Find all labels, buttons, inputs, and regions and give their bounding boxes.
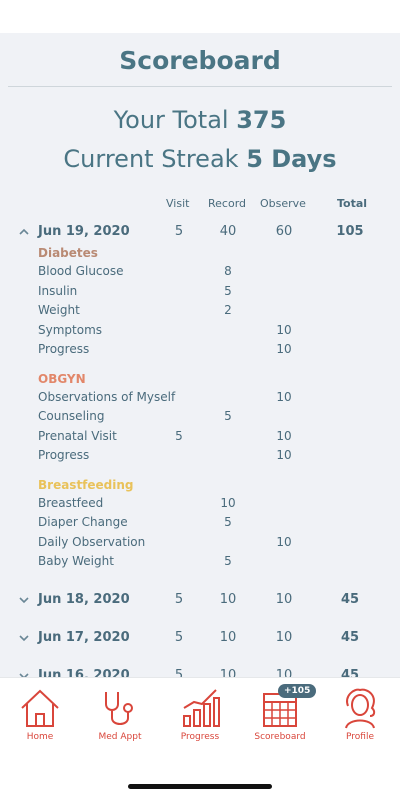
page-title: Scoreboard <box>119 46 281 75</box>
tab-profile[interactable]: Profile <box>320 686 400 756</box>
tab-label: Scoreboard <box>254 732 306 742</box>
score-item-label: Baby Weight <box>38 554 114 568</box>
tab-label: Profile <box>346 732 374 742</box>
score-item-observe: 10 <box>276 389 292 404</box>
score-item-record: 5 <box>224 515 232 529</box>
tab-label: Med Appt <box>98 732 142 742</box>
score-item-row: Weight 2 <box>0 303 400 321</box>
score-item-label: Observations of Myself <box>38 389 176 404</box>
score-item-label: Diaper Change <box>38 515 128 529</box>
streak-summary: Current Streak 5 Days <box>0 145 400 173</box>
day-total: 45 <box>340 592 360 607</box>
score-item-row: Blood Glucose 8 <box>0 264 400 282</box>
day-record: 10 <box>219 592 237 607</box>
score-item-row: Counseling 5 <box>0 409 400 427</box>
score-item-row: Prenatal Visit 5 10 <box>0 429 400 447</box>
column-header-observe: Observe <box>260 197 306 210</box>
home-icon <box>21 689 59 727</box>
day-date: Jun 18, 2020 <box>38 592 130 607</box>
score-item-record: 2 <box>224 303 232 317</box>
total-value: 375 <box>236 106 287 134</box>
score-item-label: Counseling <box>38 409 105 423</box>
streak-value: 5 Days <box>246 145 337 173</box>
score-item-row: Symptoms 10 <box>0 323 400 341</box>
score-item-row: Daily Observation 10 <box>0 535 400 553</box>
profile-icon <box>345 688 376 729</box>
score-item-label: Insulin <box>38 283 78 298</box>
title-divider <box>8 86 392 87</box>
score-badge: +105 <box>278 684 317 698</box>
score-item-observe: 10 <box>276 428 292 443</box>
home-indicator <box>128 784 272 789</box>
day-observe: 60 <box>275 224 293 239</box>
day-total: 45 <box>340 630 360 645</box>
score-item-record: 5 <box>224 409 232 423</box>
score-item-record: 8 <box>224 264 232 278</box>
category-heading: Breastfeeding <box>38 477 134 492</box>
score-item-label: Breastfeed <box>38 495 104 510</box>
score-item-row: Observations of Myself 10 <box>0 390 400 408</box>
score-item-record: 5 <box>224 554 232 568</box>
score-item-row: Diaper Change 5 <box>0 515 400 533</box>
total-label: Your Total <box>113 106 229 134</box>
tab-home[interactable]: Home <box>0 686 80 756</box>
score-item-label: Blood Glucose <box>38 264 124 278</box>
score-item-record: 10 <box>220 495 236 510</box>
tab-label: Progress <box>180 732 220 742</box>
chevron-up-icon[interactable] <box>18 226 30 238</box>
score-item-observe: 10 <box>276 448 292 462</box>
score-item-observe: 10 <box>276 342 292 356</box>
day-record: 40 <box>219 224 237 239</box>
category-heading: OBGYN <box>38 371 86 386</box>
day-row-collapsed[interactable]: Jun 17, 2020 5 10 10 45 <box>0 630 400 652</box>
score-item-row: Breastfeed 10 <box>0 496 400 514</box>
score-item-row: Baby Weight 5 <box>0 554 400 572</box>
score-item-row: Insulin 5 <box>0 284 400 302</box>
score-item-observe: 10 <box>276 534 292 549</box>
day-total: 105 <box>336 224 364 239</box>
score-item-label: Symptoms <box>38 322 103 337</box>
day-observe: 10 <box>275 630 293 645</box>
chart-icon <box>183 689 220 727</box>
score-item-label: Prenatal Visit <box>38 428 117 443</box>
tab-med-appt[interactable]: Med Appt <box>80 686 160 756</box>
day-record: 10 <box>219 630 237 645</box>
score-item-label: Daily Observation <box>38 534 146 549</box>
chevron-down-icon[interactable] <box>18 594 30 606</box>
streak-label: Current Streak <box>63 145 239 173</box>
day-date: Jun 17, 2020 <box>38 630 130 645</box>
day-date: Jun 19, 2020 <box>38 224 130 239</box>
day-row-collapsed[interactable]: Jun 18, 2020 5 10 10 45 <box>0 592 400 614</box>
stethoscope-icon <box>105 692 133 725</box>
day-row-expanded[interactable]: Jun 19, 2020 5 40 60 105 <box>0 224 400 246</box>
score-item-label: Progress <box>38 342 90 356</box>
day-visit: 5 <box>174 224 184 239</box>
score-item-row: Progress 10 <box>0 448 400 466</box>
score-item-row: Progress 10 <box>0 342 400 360</box>
chevron-down-icon[interactable] <box>18 632 30 644</box>
tab-scoreboard[interactable]: +105 Scoreboard <box>240 684 320 756</box>
score-item-label: Progress <box>38 448 90 462</box>
total-summary: Your Total 375 <box>0 106 400 134</box>
score-item-observe: 10 <box>276 322 292 337</box>
column-header-total: Total <box>337 197 368 210</box>
column-header-visit: Visit <box>166 197 190 210</box>
score-item-label: Weight <box>38 303 80 317</box>
day-visit: 5 <box>174 630 184 645</box>
tab-label: Home <box>26 732 54 742</box>
column-header-record: Record <box>208 197 247 210</box>
tab-progress[interactable]: Progress <box>160 686 240 756</box>
category-heading: Diabetes <box>38 246 98 260</box>
tab-bar: Home Med Appt Progress +105 Scoreboard P… <box>0 677 400 764</box>
day-observe: 10 <box>275 592 293 607</box>
day-visit: 5 <box>174 592 184 607</box>
score-item-visit: 5 <box>175 428 183 443</box>
score-item-record: 5 <box>224 283 232 298</box>
